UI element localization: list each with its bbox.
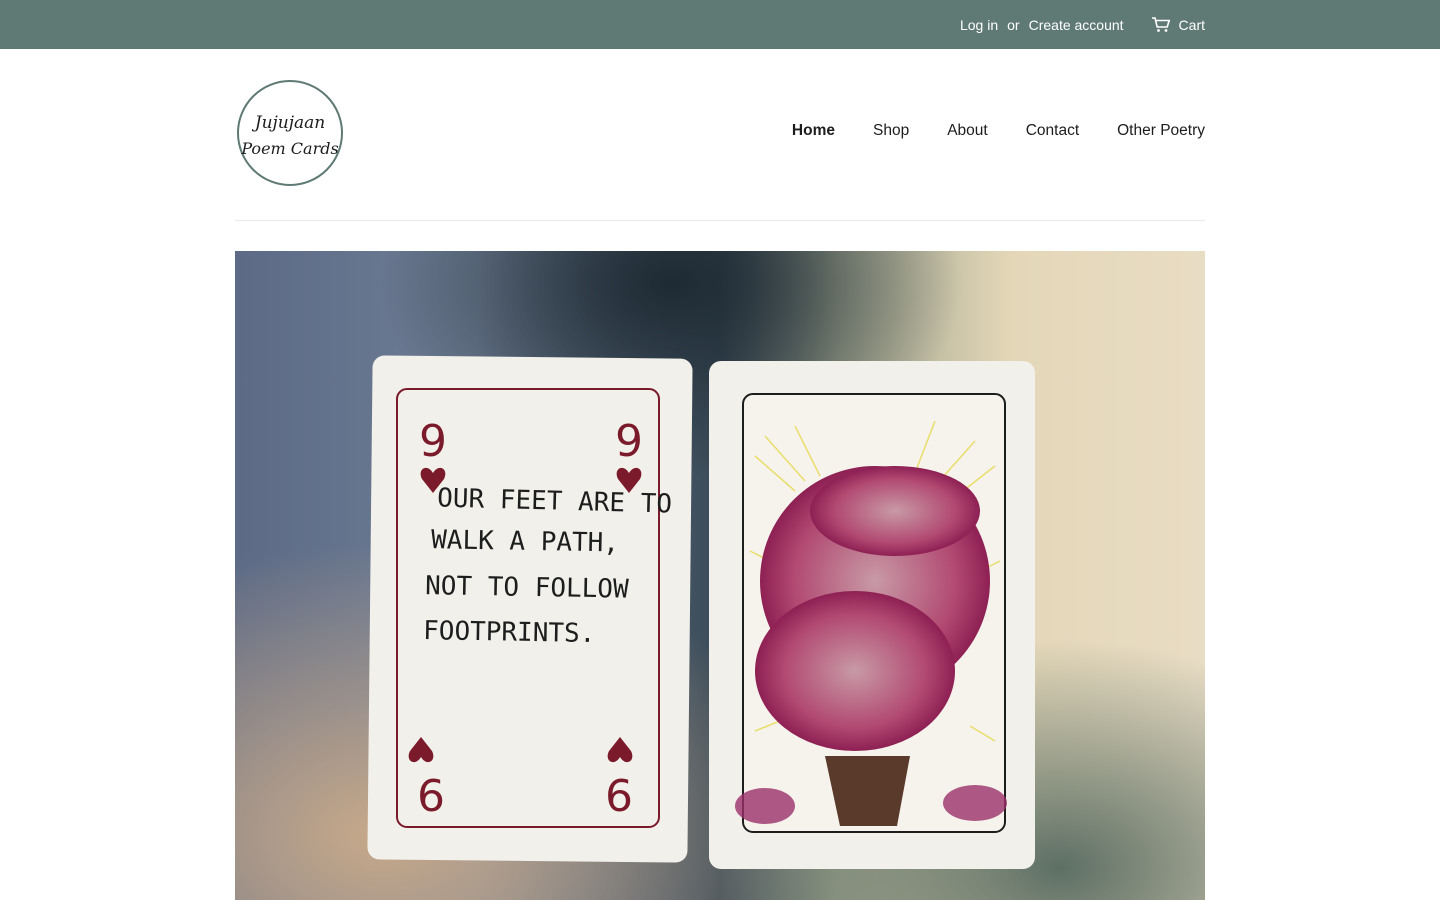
- poem-line-1: OUR FEET ARE TO: [437, 483, 673, 519]
- poem-line-2: WALK A PATH,: [431, 525, 619, 558]
- or-text: or: [1007, 16, 1020, 33]
- card-rank-top-left: 9: [419, 416, 447, 467]
- site-header: Jujujaan Poem Cards Home Shop About Cont…: [235, 49, 1205, 221]
- main-nav: Home Shop About Contact Other Poetry: [754, 122, 1205, 140]
- top-bar: Log in or Create account Cart: [0, 0, 1440, 49]
- nav-shop[interactable]: Shop: [873, 122, 909, 140]
- nav-other-poetry[interactable]: Other Poetry: [1117, 122, 1205, 140]
- card-rank-bottom-left: 9: [417, 768, 445, 819]
- nav-contact[interactable]: Contact: [1026, 122, 1079, 140]
- cart-link[interactable]: Cart: [1151, 17, 1205, 33]
- site-logo[interactable]: Jujujaan Poem Cards: [235, 78, 345, 188]
- cart-label: Cart: [1178, 16, 1205, 33]
- poem-line-3: NOT TO FOLLOW: [425, 571, 629, 605]
- tree-card: [709, 361, 1035, 869]
- nav-home[interactable]: Home: [792, 122, 835, 140]
- login-link[interactable]: Log in: [960, 17, 998, 33]
- card-rank-bottom-right: 9: [605, 768, 633, 819]
- hero-image: 9 9 9 9 OUR FEET ARE TO WALK A PATH, NOT…: [235, 251, 1205, 900]
- logo-line-1: Jujujaan: [252, 113, 325, 133]
- card-rank-top-right: 9: [615, 416, 643, 467]
- logo-line-2: Poem Cards: [240, 139, 338, 158]
- nav-about[interactable]: About: [947, 122, 988, 140]
- poem-line-4: FOOTPRINTS.: [423, 616, 596, 649]
- create-account-link[interactable]: Create account: [1029, 17, 1124, 33]
- poem-card: 9 9 9 9 OUR FEET ARE TO WALK A PATH, NOT…: [367, 355, 693, 863]
- cart-icon: [1151, 16, 1170, 32]
